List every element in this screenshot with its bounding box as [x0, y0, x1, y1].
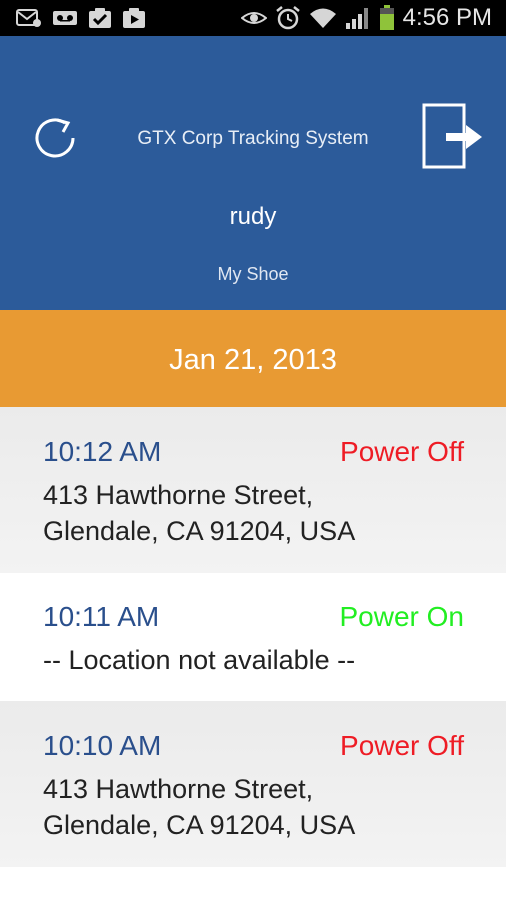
email-icon [16, 8, 42, 28]
event-status: Power On [339, 601, 465, 632]
eye-icon [240, 8, 267, 28]
event-time: 10:11 AM [43, 601, 160, 632]
event-list[interactable]: 10:12 AM Power Off 413 Hawthorne Street,… [0, 407, 506, 900]
refresh-icon [30, 118, 80, 166]
alarm-icon [275, 5, 301, 31]
wifi-icon [309, 6, 337, 30]
clock: 4:56 PM [402, 4, 492, 31]
event-status: Power Off [340, 436, 464, 467]
event-address-line1: 413 Hawthorne Street, [43, 774, 314, 804]
signal-icon [345, 6, 371, 30]
status-bar-notifications [16, 7, 146, 29]
device-name: My Shoe [217, 264, 289, 284]
event-status: Power Off [340, 730, 464, 761]
list-item[interactable] [0, 867, 506, 900]
list-item[interactable]: 10:11 AM Power On -- Location not availa… [0, 573, 506, 701]
status-bar-system: 4:56 PM [240, 4, 492, 32]
list-item[interactable]: 10:10 AM Power Off 413 Hawthorne Street,… [0, 701, 506, 867]
event-time: 10:12 AM [43, 436, 162, 467]
event-address-line2: Glendale, CA 91204, USA [43, 516, 356, 546]
voicemail-icon [52, 8, 78, 28]
play-store-icon [122, 7, 146, 29]
event-time: 10:10 AM [43, 730, 162, 761]
exit-icon [420, 103, 484, 173]
event-address-line1: -- Location not available -- [43, 645, 356, 675]
list-item[interactable]: 10:12 AM Power Off 413 Hawthorne Street,… [0, 407, 506, 573]
date-label: Jan 21, 2013 [169, 344, 337, 376]
exit-button[interactable] [420, 103, 484, 169]
battery-icon [379, 5, 395, 31]
event-address-line2: Glendale, CA 91204, USA [43, 810, 356, 840]
status-bar: 4:56 PM [0, 0, 506, 36]
event-address-line1: 413 Hawthorne Street, [43, 480, 314, 510]
user-name: rudy [229, 203, 277, 230]
check-icon [88, 7, 112, 29]
